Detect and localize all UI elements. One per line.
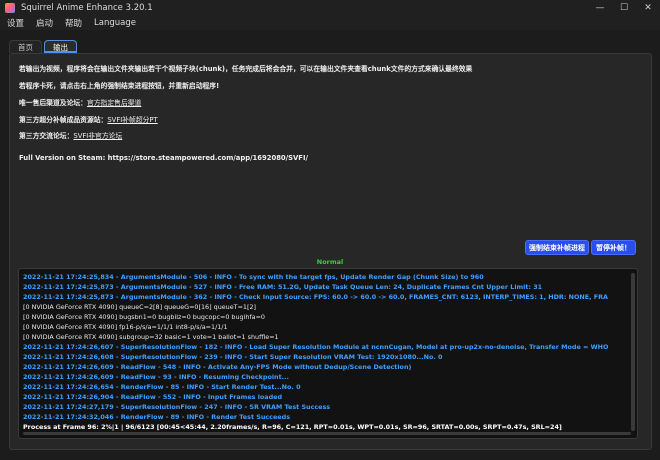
log-line: 2022-11-21 17:24:26,607 - SuperResolutio…	[23, 343, 609, 351]
log-line: 2022-11-21 17:24:25,873 - ArgumentsModul…	[23, 283, 543, 291]
info-freeze-note: 若程序卡死，请点击右上角的强制结束进程按钮，并重新启动程序!	[19, 82, 220, 90]
maximize-button[interactable]: ☐	[612, 0, 636, 16]
resource-site-link[interactable]: SVFI补帧超分PT	[107, 116, 157, 124]
info-chunk-note: 若输出为视频，程序将会在输出文件夹输出若干个视频子块(chunk)，任务完成后将…	[19, 65, 473, 73]
info-steam: Full Version on Steam: https://store.ste…	[19, 154, 308, 162]
minimize-button[interactable]: —	[588, 0, 612, 16]
log-progress-line: Process at Frame 96: 2%|1 | 96/6123 [00:…	[23, 423, 562, 431]
log-line: 2022-11-21 17:24:26,609 - ReadFlow - 93 …	[23, 373, 289, 381]
menu-help[interactable]: 帮助	[65, 17, 82, 29]
window-title: Squirrel Anime Enhance 3.20.1	[21, 3, 153, 13]
log-line: [0 NVIDIA GeForce RTX 4090] subgroup=32 …	[23, 333, 279, 341]
resource-site-label: 第三方超分补帧成品资源站：	[19, 116, 108, 124]
tab-home[interactable]: 首页	[9, 40, 42, 53]
info-after-sales: 唯一售后渠道及论坛：官方指定售后渠道	[19, 97, 141, 107]
log-line: 2022-11-21 17:24:26,609 - ReadFlow - 548…	[23, 363, 412, 371]
log-horizontal-scrollbar[interactable]	[23, 432, 631, 435]
app-logo-icon	[5, 3, 15, 13]
log-line: 2022-11-21 17:24:26,608 - SuperResolutio…	[23, 353, 443, 361]
title-bar: Squirrel Anime Enhance 3.20.1 — ☐ ✕	[0, 0, 660, 16]
close-button[interactable]: ✕	[636, 0, 660, 16]
info-resource-site: 第三方超分补帧成品资源站：SVFI补帧超分PT	[19, 114, 158, 124]
force-kill-button[interactable]: 强制结束补帧进程	[525, 240, 589, 255]
after-sales-label: 唯一售后渠道及论坛：	[19, 99, 87, 107]
log-line: 2022-11-21 17:24:26,904 - ReadFlow - 552…	[23, 393, 283, 401]
log-line: [0 NVIDIA GeForce RTX 4090] fp16-p/s/a=1…	[23, 323, 228, 331]
log-line: 2022-11-21 17:24:32,046 - RenderFlow - 8…	[23, 413, 290, 421]
menu-settings[interactable]: 设置	[7, 17, 24, 29]
log-line: 2022-11-21 17:24:25,873 - ArgumentsModul…	[23, 293, 608, 301]
log-line: [0 NVIDIA GeForce RTX 4090] bugsbn1=0 bu…	[23, 313, 265, 321]
menu-language[interactable]: Language	[94, 18, 136, 28]
tab-bar: 首页 输出	[9, 40, 79, 53]
log-line: 2022-11-21 17:24:26,654 - RenderFlow - 8…	[23, 383, 301, 391]
forum-label: 第三方交流论坛：	[19, 132, 74, 140]
status-label: Normal	[316, 258, 344, 266]
log-line: [0 NVIDIA GeForce RTX 4090] queueC=2[8] …	[23, 303, 257, 311]
pause-button[interactable]: 暂停补帧！	[591, 240, 636, 255]
log-output[interactable]: 2022-11-21 17:24:25,834 - ArgumentsModul…	[18, 268, 638, 439]
menu-launch[interactable]: 启动	[36, 17, 53, 29]
window-controls: — ☐ ✕	[588, 0, 660, 16]
forum-link[interactable]: SVFI非官方论坛	[73, 132, 122, 140]
log-vertical-scrollbar[interactable]	[631, 273, 635, 431]
log-line: 2022-11-21 17:24:27,179 - SuperResolutio…	[23, 403, 331, 411]
after-sales-link[interactable]: 官方指定售后渠道	[87, 99, 141, 107]
menu-bar: 设置 启动 帮助 Language	[0, 16, 660, 30]
tab-output[interactable]: 输出	[44, 40, 77, 53]
info-forum: 第三方交流论坛：SVFI非官方论坛	[19, 130, 122, 140]
log-line: 2022-11-21 17:24:25,834 - ArgumentsModul…	[23, 273, 484, 281]
